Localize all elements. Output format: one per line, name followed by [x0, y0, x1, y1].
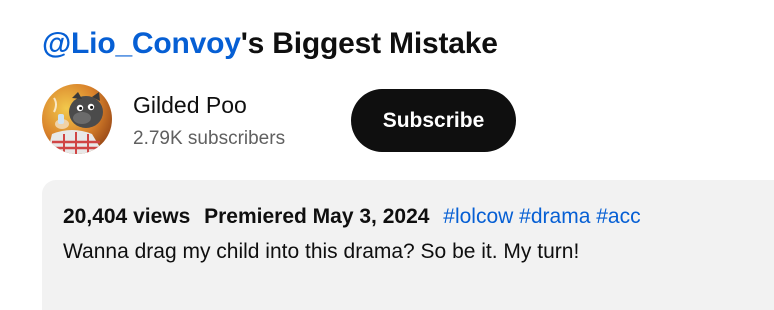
video-meta-line: 20,404 views Premiered May 3, 2024 #lolc…: [63, 203, 641, 231]
subscriber-count: 2.79K subscribers: [133, 128, 286, 149]
channel-name[interactable]: Gilded Poo: [133, 90, 247, 120]
premiere-date: Premiered May 3, 2024: [204, 205, 430, 228]
cartoon-character-avatar-icon: [42, 84, 112, 154]
video-title-text: 's Biggest Mistake: [240, 27, 498, 60]
hashtag-link[interactable]: #drama: [519, 205, 590, 228]
hashtag-link[interactable]: #acc: [596, 205, 640, 228]
channel-row: Gilded Poo 2.79K subscribers Subscribe: [42, 84, 742, 156]
channel-mention-link[interactable]: @Lio_Convoy: [42, 27, 241, 60]
description-text: Wanna drag my child into this drama? So …: [63, 240, 580, 263]
video-title: @Lio_Convoy's Biggest Mistake: [42, 24, 498, 64]
hashtag-list: #lolcow #drama #acc: [443, 205, 640, 228]
subscribe-button[interactable]: Subscribe: [351, 89, 516, 152]
hashtag-link[interactable]: #lolcow: [443, 205, 513, 228]
view-count: 20,404 views: [63, 205, 191, 228]
channel-avatar[interactable]: [42, 84, 112, 154]
description-box[interactable]: 20,404 views Premiered May 3, 2024 #lolc…: [42, 180, 774, 310]
